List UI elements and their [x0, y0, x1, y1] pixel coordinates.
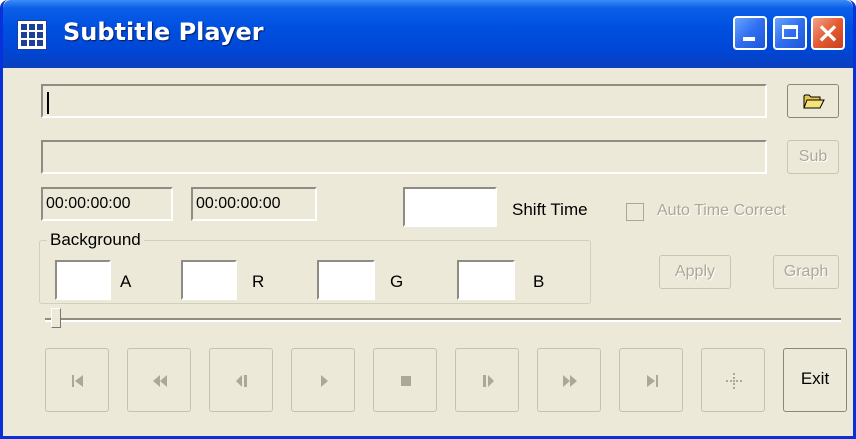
fast-forward-icon — [563, 375, 577, 387]
shift-time-input[interactable] — [403, 187, 497, 227]
background-a-input[interactable] — [55, 260, 111, 300]
skip-to-end-button[interactable] — [619, 348, 683, 412]
open-file-button[interactable] — [787, 84, 839, 118]
subtitle-player-window: Subtitle Player × Sub 00:00:00:00 00:00:… — [0, 0, 856, 439]
play-button[interactable] — [291, 348, 355, 412]
background-a-label: A — [120, 272, 132, 291]
auto-time-correct-label: Auto Time Correct — [657, 202, 786, 219]
current-time-display: 00:00:00:00 — [41, 187, 173, 221]
step-back-icon — [236, 375, 247, 387]
subtitle-path-field[interactable] — [41, 140, 767, 174]
close-button[interactable]: × — [811, 16, 845, 50]
stop-icon — [401, 376, 411, 386]
step-back-button[interactable] — [209, 348, 273, 412]
close-icon: × — [816, 16, 840, 49]
video-path-field[interactable] — [41, 84, 767, 118]
play-icon — [321, 375, 328, 387]
rewind-icon — [153, 375, 167, 387]
rewind-button[interactable] — [127, 348, 191, 412]
title-bar[interactable]: Subtitle Player × — [3, 0, 853, 68]
skip-to-start-icon — [72, 375, 83, 387]
sub-button[interactable]: Sub — [787, 140, 839, 174]
window-title: Subtitle Player — [63, 18, 264, 46]
background-r-input[interactable] — [181, 260, 237, 300]
exit-button-label: Exit — [800, 369, 830, 388]
open-folder-icon — [803, 94, 825, 109]
move-icon — [726, 373, 742, 389]
background-g-label: G — [390, 272, 404, 291]
seek-slider-track[interactable] — [45, 318, 841, 322]
move-button[interactable] — [701, 348, 765, 412]
background-r-label: R — [252, 272, 265, 291]
step-forward-icon — [483, 375, 494, 387]
text-caret — [47, 92, 49, 114]
background-b-input[interactable] — [457, 260, 515, 300]
step-forward-button[interactable] — [455, 348, 519, 412]
total-time-display: 00:00:00:00 — [191, 187, 317, 221]
graph-button[interactable]: Graph — [773, 255, 839, 289]
background-group-title: Background — [47, 230, 144, 250]
skip-to-start-button[interactable] — [45, 348, 109, 412]
stop-button[interactable] — [373, 348, 437, 412]
background-g-input[interactable] — [317, 260, 375, 300]
exit-button[interactable]: Exit — [783, 348, 847, 412]
seek-slider-thumb[interactable] — [51, 308, 61, 328]
shift-time-label: Shift Time — [512, 200, 588, 219]
app-grid-icon — [17, 20, 47, 50]
skip-to-end-icon — [647, 375, 658, 387]
minimize-button[interactable] — [733, 16, 767, 50]
maximize-icon — [782, 25, 798, 39]
auto-time-correct-checkbox[interactable] — [626, 203, 644, 221]
background-b-label: B — [533, 272, 545, 291]
minimize-icon — [743, 37, 755, 41]
maximize-button[interactable] — [773, 16, 807, 50]
apply-button[interactable]: Apply — [659, 255, 731, 289]
fast-forward-button[interactable] — [537, 348, 601, 412]
